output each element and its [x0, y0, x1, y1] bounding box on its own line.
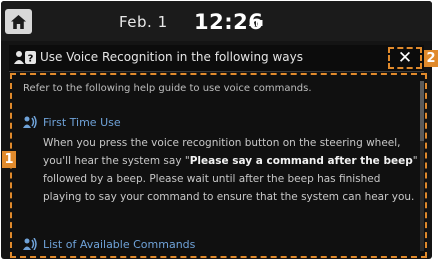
svg-text:?: ?	[28, 54, 34, 65]
home-button[interactable]	[5, 9, 32, 34]
section-heading-first-time-use[interactable]: First Time Use	[43, 116, 121, 129]
status-bar: Feb. 1 12:26 AM	[1, 1, 432, 41]
voice-person-icon	[23, 238, 37, 250]
dialog-title-bar: ? Use Voice Recognition in the following…	[9, 45, 424, 72]
screen: Feb. 1 12:26 AM ? Use Voice Recognition …	[0, 0, 438, 262]
intro-text: Refer to the following help guide to use…	[23, 83, 312, 94]
callout-badge-1: 1	[2, 151, 16, 168]
body-text-bold: Please say a command after the beep	[189, 155, 413, 167]
callout-badge-2: 2	[424, 50, 438, 67]
dialog-title: Use Voice Recognition in the following w…	[40, 50, 304, 64]
section-heading-available-commands[interactable]: List of Available Commands	[43, 238, 195, 251]
voice-help-icon: ?	[14, 51, 36, 65]
voice-person-icon	[23, 116, 37, 128]
scrollbar-thumb[interactable]	[420, 81, 424, 141]
date-display: Feb. 1	[119, 13, 168, 31]
clock-ampm: AM	[249, 19, 264, 28]
close-icon: ✕	[397, 48, 413, 68]
section-body-first-time-use: When you press the voice recognition but…	[43, 134, 419, 206]
home-icon	[11, 14, 26, 29]
scrollbar[interactable]	[420, 81, 424, 251]
head-unit-display: Feb. 1 12:26 AM ? Use Voice Recognition …	[1, 1, 432, 259]
help-content-panel[interactable]: Refer to the following help guide to use…	[10, 73, 427, 258]
close-button[interactable]: ✕	[388, 47, 422, 69]
